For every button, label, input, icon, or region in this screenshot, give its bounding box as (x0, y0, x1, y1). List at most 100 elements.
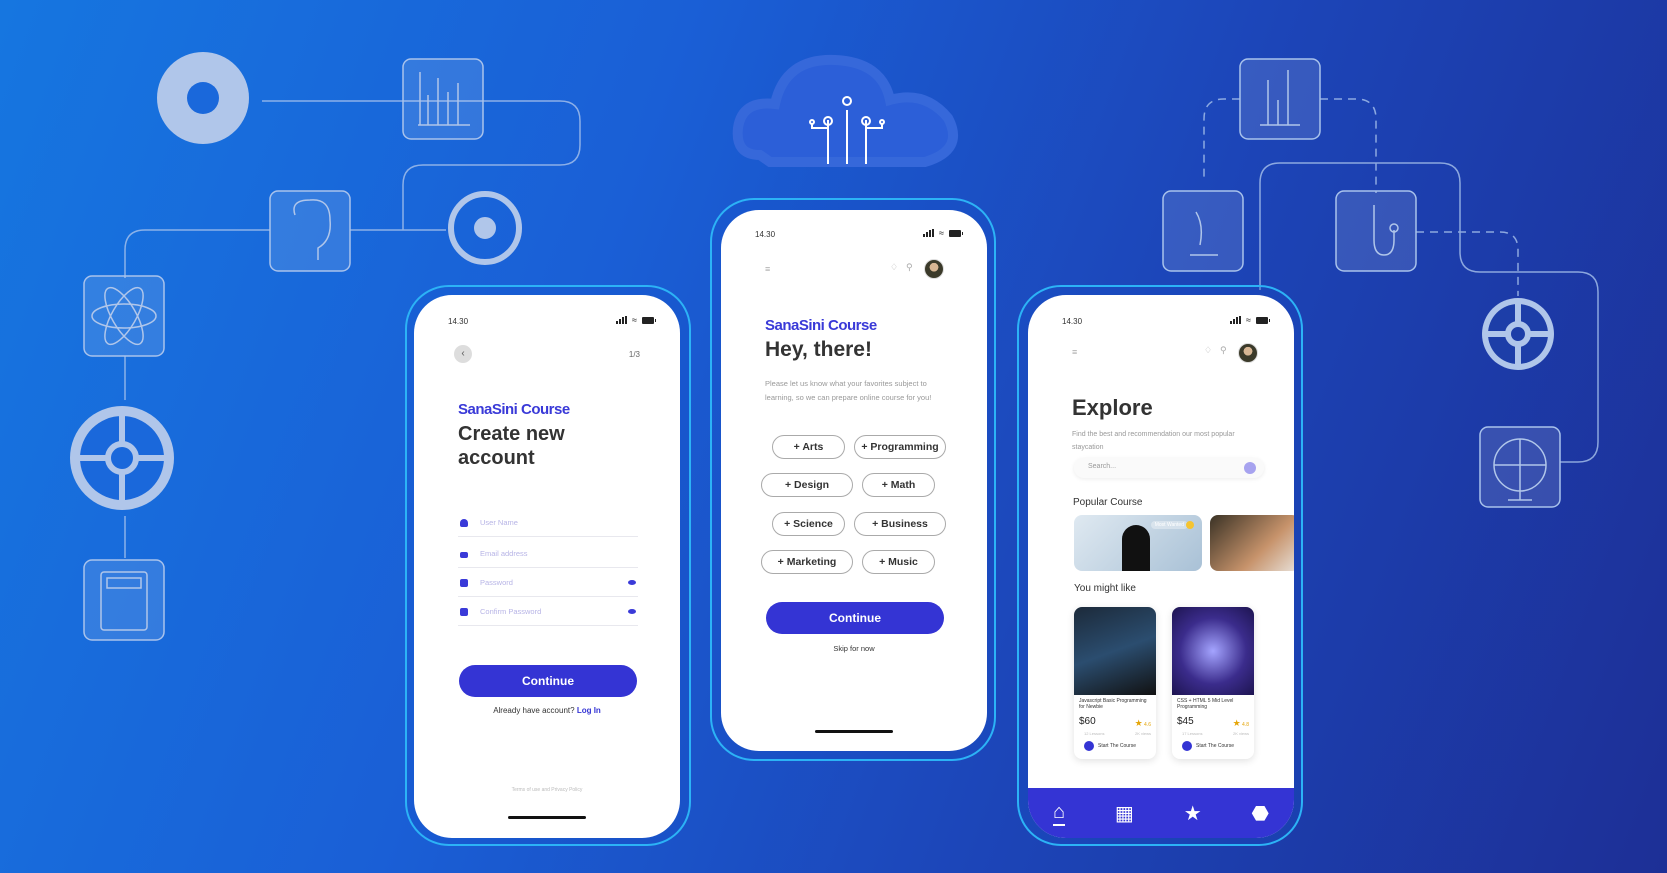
chip-programming[interactable]: + Programming (854, 435, 946, 459)
eye-icon[interactable] (628, 580, 636, 585)
bell-icon[interactable]: ♢ (890, 262, 898, 273)
status-time: 14.30 (448, 317, 469, 326)
email-field[interactable]: Email address (458, 546, 638, 568)
might-like-heading: You might like (1074, 583, 1136, 594)
course-lessons: 12 Lessons (1084, 731, 1105, 736)
course-thumbnail (1122, 525, 1150, 571)
search-icon[interactable] (1244, 462, 1256, 474)
cloud-circuit-icon (732, 54, 958, 167)
popular-course-card[interactable]: Most Wanted (1074, 515, 1202, 571)
avatar[interactable] (924, 259, 944, 279)
login-link[interactable]: Log In (577, 706, 601, 715)
chip-arts[interactable]: + Arts (772, 435, 845, 459)
course-title: Javascript Basic Programming for Newbie (1079, 698, 1147, 710)
brand-name: SanaSini Course (458, 401, 570, 418)
email-placeholder: Email address (480, 549, 528, 558)
wifi-icon: ≈ (632, 315, 637, 325)
login-prompt-row: Already have account? Log In (414, 706, 680, 715)
start-course-label: Start The Course (1098, 743, 1136, 749)
course-title: CSS + HTML 5 Mid Level Programming (1177, 698, 1234, 710)
username-field[interactable]: User Name (458, 515, 638, 537)
page-title: Hey, there! (765, 338, 872, 361)
continue-button[interactable]: Continue (766, 602, 944, 634)
username-placeholder: User Name (480, 518, 518, 527)
menu-icon[interactable]: ≡ (765, 264, 770, 274)
status-icons: ≈ (1230, 315, 1270, 325)
battery-icon (949, 229, 963, 237)
chip-design[interactable]: + Design (761, 473, 853, 497)
course-thumbnail (1172, 607, 1254, 695)
page-description: Please let us know what your favorites s… (765, 379, 932, 402)
confirm-password-placeholder: Confirm Password (480, 607, 542, 616)
bar-chart-tile (402, 58, 484, 140)
search-input[interactable]: Search... (1074, 458, 1264, 478)
course-lessons: 17 Lessons (1182, 731, 1203, 736)
star-icon[interactable]: ★ (1184, 801, 1202, 826)
course-views: 2K views (1134, 731, 1151, 736)
page-title: Explore (1072, 395, 1153, 420)
page-title-line1: Create new (458, 423, 565, 445)
search-icon[interactable]: ⚲ (1220, 345, 1227, 356)
page-subtitle: Find the best and recommendation our mos… (1072, 431, 1235, 451)
most-wanted-badge: Most Wanted (1150, 521, 1188, 529)
skip-link[interactable]: Skip for now (721, 644, 987, 653)
play-icon (1182, 741, 1192, 751)
chip-math[interactable]: + Math (862, 473, 935, 497)
status-time: 14.30 (1062, 317, 1083, 326)
start-course-button[interactable]: Start The Course (1084, 741, 1136, 751)
course-price: $60 (1079, 716, 1096, 727)
home-icon[interactable]: ⌂ (1052, 801, 1066, 826)
settings-icon[interactable]: ⬣ (1252, 801, 1269, 826)
search-icon[interactable]: ⚲ (906, 262, 913, 273)
star-icon: ★ (1134, 718, 1143, 728)
star-icon: ★ (1232, 718, 1241, 728)
user-icon (460, 519, 468, 527)
course-rating: ★ 4.8 (1233, 718, 1249, 729)
start-course-label: Start The Course (1196, 743, 1234, 749)
avatar[interactable] (1238, 343, 1258, 363)
eye-icon[interactable] (628, 609, 636, 614)
course-card[interactable]: CSS + HTML 5 Mid Level Programming $45 ★… (1172, 607, 1254, 759)
course-rating: ★ 4.6 (1135, 718, 1151, 729)
chip-business[interactable]: + Business (854, 512, 946, 536)
bell-icon[interactable]: ♢ (1204, 345, 1212, 356)
interests-screen: 14.30 ≈ ≡ ♢ ⚲ SanaSini Course Hey, there… (721, 210, 987, 751)
course-views: 2K views (1232, 731, 1249, 736)
brand-name: SanaSini Course (765, 317, 877, 334)
search-placeholder: Search... (1088, 463, 1117, 470)
status-time: 14.30 (755, 230, 776, 239)
wifi-icon: ≈ (1246, 315, 1251, 325)
play-icon (1084, 741, 1094, 751)
continue-button[interactable]: Continue (459, 665, 637, 697)
signal-icon (616, 316, 628, 324)
popular-heading: Popular Course (1073, 497, 1143, 508)
password-field[interactable]: Password (458, 575, 638, 597)
chip-music[interactable]: + Music (862, 550, 935, 574)
explore-screen: 14.30 ≈ ≡ ♢ ⚲ Explore Find the best and … (1028, 295, 1294, 838)
course-card[interactable]: Javascript Basic Programming for Newbie … (1074, 607, 1156, 759)
terms-link[interactable]: Terms of use and Privacy Policy (414, 787, 680, 793)
password-placeholder: Password (480, 578, 513, 587)
confirm-password-field[interactable]: Confirm Password (458, 604, 638, 626)
signup-screen: 14.30 ≈ ‹ 1/3 SanaSini Course Create new… (414, 295, 680, 838)
bottom-nav: ⌂ ▦ ★ ⬣ (1028, 788, 1294, 838)
chip-marketing[interactable]: + Marketing (761, 550, 853, 574)
microscope-tile (1162, 190, 1244, 272)
popular-course-card[interactable] (1210, 515, 1294, 571)
menu-icon[interactable]: ≡ (1072, 347, 1077, 357)
back-button[interactable]: ‹ (454, 345, 472, 363)
apps-icon[interactable]: ▦ (1115, 801, 1134, 826)
signal-icon (1230, 316, 1242, 324)
start-course-button[interactable]: Start The Course (1182, 741, 1234, 751)
stethoscope-tile (1335, 190, 1417, 272)
course-price: $45 (1177, 716, 1194, 727)
status-icons: ≈ (923, 228, 963, 238)
chip-science[interactable]: + Science (772, 512, 845, 536)
home-indicator (815, 730, 893, 733)
signal-icon (923, 229, 935, 237)
course-thumbnail (1074, 607, 1156, 695)
wifi-icon: ≈ (939, 228, 944, 238)
battery-icon (1256, 316, 1270, 324)
chemistry-tile (1239, 58, 1321, 140)
login-prompt: Already have account? (493, 706, 575, 715)
